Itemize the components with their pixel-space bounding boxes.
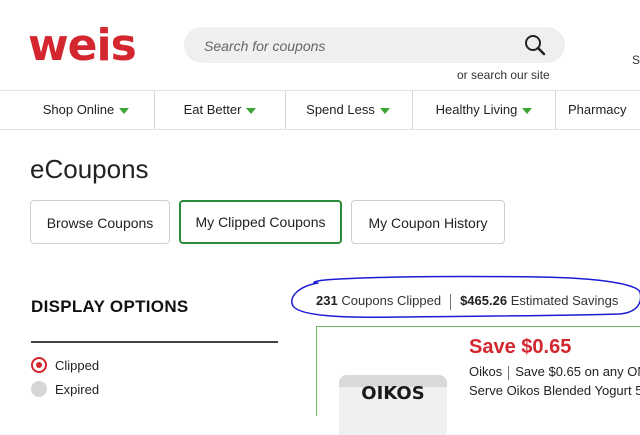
divider	[508, 365, 510, 380]
product-brand-mark: OIKOS	[361, 383, 425, 404]
product-image: OIKOS	[339, 375, 447, 435]
coupon-brand-line: Oikos Save $0.65 on any ON	[469, 364, 640, 380]
coupon-detail: Save $0.65 on any ON	[515, 364, 640, 379]
coupon-description: Serve Oikos Blended Yogurt 5	[469, 383, 640, 398]
coupon-brand: Oikos	[469, 364, 503, 379]
coupon-card[interactable]: OIKOS Save $0.65 Oikos Save $0.65 on any …	[316, 326, 640, 435]
coupon-save-amount: Save $0.65	[469, 336, 572, 358]
